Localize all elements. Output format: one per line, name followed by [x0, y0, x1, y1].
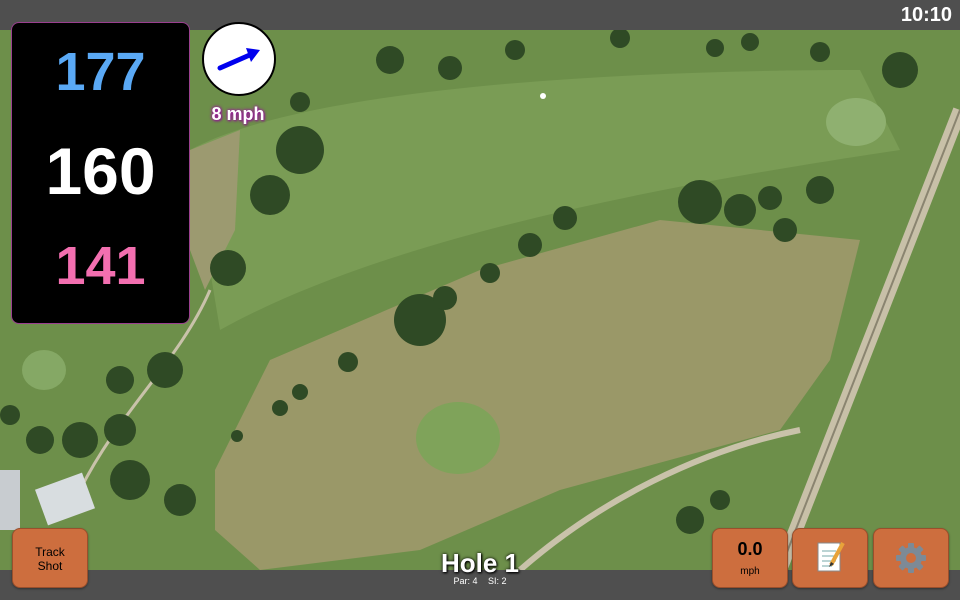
wind-compass	[202, 22, 276, 96]
hole-info: Par: 4 SI: 2	[380, 576, 580, 586]
track-shot-label-line1: Track	[35, 545, 65, 559]
speed-value: 0.0	[737, 539, 763, 559]
hole-par: Par: 4	[453, 576, 478, 586]
track-shot-label-line2: Shot	[37, 559, 63, 573]
notes-button[interactable]	[792, 528, 868, 588]
wind-arrow-icon	[217, 48, 260, 71]
hole-stroke-index: SI: 2	[488, 576, 507, 586]
notepad-icon	[817, 542, 845, 572]
distance-panel: 177 160 141	[11, 22, 190, 324]
track-shot-button[interactable]: Track Shot	[12, 528, 88, 588]
settings-button[interactable]	[873, 528, 949, 588]
back-distance: 177	[55, 42, 146, 102]
middle-distance: 160	[45, 134, 156, 208]
gear-icon	[896, 543, 926, 573]
hole-title: Hole 1	[440, 548, 520, 578]
wind-speed: 8 mph	[211, 104, 265, 124]
speed-unit: mph	[740, 566, 760, 577]
clock: 10:10	[900, 4, 952, 26]
front-distance: 141	[55, 236, 146, 296]
speed-button[interactable]: 0.0 mph	[712, 528, 788, 588]
